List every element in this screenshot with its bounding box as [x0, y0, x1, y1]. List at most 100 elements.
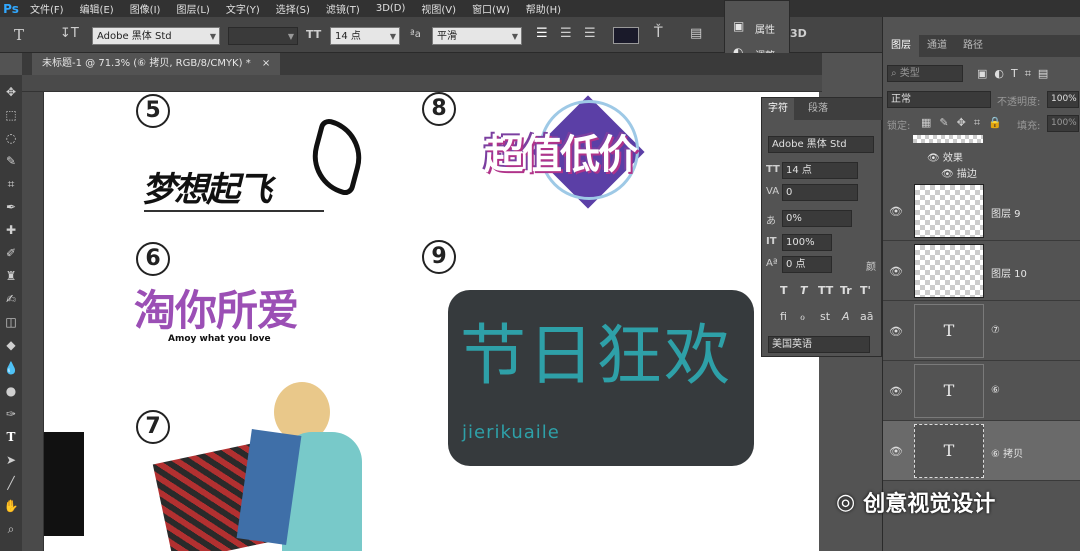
tab-channels[interactable]: 通道: [919, 35, 955, 57]
language-select[interactable]: 美国英语: [768, 336, 870, 353]
antialias-select[interactable]: 平滑 ▼: [432, 27, 522, 45]
layer-row[interactable]: 👁 图层 9: [883, 181, 1080, 241]
swash-button[interactable]: A: [842, 310, 850, 323]
zoom-tool-icon[interactable]: ⌕: [2, 520, 20, 538]
number-eight-label: 8: [422, 92, 456, 126]
vertical-ruler[interactable]: [22, 92, 44, 551]
crop-tool-icon[interactable]: ⌗: [2, 175, 20, 193]
healing-tool-icon[interactable]: ✚: [2, 221, 20, 239]
warp-text-icon[interactable]: Ť: [654, 25, 663, 41]
blur-tool-icon[interactable]: 💧: [2, 359, 20, 377]
align-left-icon[interactable]: ☰: [536, 26, 548, 41]
char-size-field[interactable]: 14 点: [782, 162, 858, 179]
menu-layer[interactable]: 图层(L): [168, 1, 217, 16]
lock-icons[interactable]: ▦✎✥⌗🔒: [921, 116, 1010, 130]
pen-tool-icon[interactable]: ✑: [2, 405, 20, 423]
eraser-tool-icon[interactable]: ◫: [2, 313, 20, 331]
brush-tool-icon[interactable]: ✐: [2, 244, 20, 262]
text-color-swatch[interactable]: [613, 27, 639, 44]
char-panel-toggle-icon[interactable]: ▤: [690, 26, 702, 41]
tab-character[interactable]: 字符: [762, 98, 794, 120]
opacity-field[interactable]: 100%: [1047, 91, 1079, 108]
bucket-tool-icon[interactable]: ◆: [2, 336, 20, 354]
type-tool-icon[interactable]: T: [2, 428, 20, 446]
all-caps-button[interactable]: TT: [818, 284, 833, 297]
blend-mode-select[interactable]: 正常: [887, 91, 991, 108]
properties-label[interactable]: 属性: [755, 21, 775, 36]
move-tool-icon[interactable]: ✥: [2, 83, 20, 101]
tab-layers[interactable]: 图层: [883, 35, 919, 57]
eye-icon[interactable]: 👁: [889, 265, 903, 278]
char-font-select[interactable]: Adobe 黑体 Std: [768, 136, 874, 153]
3d-button[interactable]: 3D: [790, 27, 807, 40]
baseline-shift-field[interactable]: 0 点: [782, 256, 832, 273]
history-brush-tool-icon[interactable]: ✍: [2, 290, 20, 308]
discretionary-lig-button[interactable]: st: [820, 310, 830, 323]
document-canvas[interactable]: 5 8 6 9 7 梦想起飞 淘你所爱 Amoy what you love 超…: [44, 92, 819, 551]
eyedropper-tool-icon[interactable]: ✒: [2, 198, 20, 216]
menu-view[interactable]: 视图(V): [413, 1, 464, 16]
stylistic-alt-button[interactable]: aā: [860, 310, 873, 323]
faux-italic-button[interactable]: T: [800, 284, 808, 297]
ligature-button[interactable]: fi: [780, 310, 787, 323]
layer-filter-icons[interactable]: ▣◐T⌗▤: [977, 67, 1055, 81]
align-right-icon[interactable]: ☰: [584, 26, 596, 41]
close-icon[interactable]: ×: [262, 58, 270, 69]
layer-row[interactable]: 👁 T ⑥: [883, 361, 1080, 421]
eye-icon[interactable]: 👁: [889, 325, 903, 338]
menu-type[interactable]: 文字(Y): [218, 1, 268, 16]
layer-kind-filter[interactable]: ⌕ 类型: [887, 65, 963, 82]
document-tab[interactable]: 未标题-1 @ 71.3% (⑥ 拷贝, RGB/8/CMYK) * ×: [32, 53, 281, 75]
fill-field[interactable]: 100%: [1047, 115, 1079, 132]
lasso-tool-icon[interactable]: ◌: [2, 129, 20, 147]
faux-bold-button[interactable]: T: [780, 284, 788, 297]
eye-icon[interactable]: 👁: [889, 385, 903, 398]
font-family-select[interactable]: Adobe 黑体 Std ▼: [92, 27, 220, 45]
blend-mode-value: 正常: [891, 94, 911, 105]
menu-image[interactable]: 图像(I): [122, 1, 169, 16]
opacity-value: 100%: [1051, 94, 1077, 104]
font-style-select[interactable]: ▼: [228, 27, 298, 45]
type-tool-icon[interactable]: T: [14, 26, 24, 44]
font-size-value: 14 点: [335, 31, 361, 42]
small-caps-button[interactable]: Tr: [840, 284, 852, 297]
orientation-toggle-icon[interactable]: ↧T: [60, 26, 79, 41]
menu-select[interactable]: 选择(S): [268, 1, 318, 16]
menu-help[interactable]: 帮助(H): [518, 1, 569, 16]
effects-row[interactable]: 👁 效果: [927, 149, 963, 164]
path-select-tool-icon[interactable]: ➤: [2, 451, 20, 469]
font-size-select[interactable]: 14 点 ▼: [330, 27, 400, 45]
superscript-button[interactable]: T': [860, 284, 871, 297]
marquee-tool-icon[interactable]: ⬚: [2, 106, 20, 124]
eye-icon[interactable]: 👁: [927, 153, 943, 164]
stroke-effect-row[interactable]: 👁 描边: [941, 165, 977, 180]
menu-edit[interactable]: 编辑(E): [72, 1, 122, 16]
contextual-alt-button[interactable]: ℴ: [800, 310, 805, 323]
layer-row[interactable]: 👁 图层 10: [883, 241, 1080, 301]
line-tool-icon[interactable]: ╱: [2, 474, 20, 492]
eye-icon[interactable]: 👁: [889, 445, 903, 458]
character-panel-tabs: 字符 段落: [762, 98, 882, 120]
menu-window[interactable]: 窗口(W): [464, 1, 518, 16]
align-center-icon[interactable]: ☰: [560, 26, 572, 41]
tsume-field[interactable]: 0%: [782, 210, 852, 227]
vertical-scale-field[interactable]: 100%: [782, 234, 832, 251]
properties-icon[interactable]: ▣: [733, 19, 744, 33]
layer-row[interactable]: 👁 T ⑦: [883, 301, 1080, 361]
horizontal-ruler[interactable]: [22, 75, 822, 92]
stamp-tool-icon[interactable]: ♜: [2, 267, 20, 285]
tab-paths[interactable]: 路径: [955, 35, 991, 57]
menu-file[interactable]: 文件(F): [22, 1, 72, 16]
tracking-field[interactable]: 0: [782, 184, 858, 201]
dodge-tool-icon[interactable]: ●: [2, 382, 20, 400]
eye-icon[interactable]: 👁: [941, 169, 957, 180]
quick-select-tool-icon[interactable]: ✎: [2, 152, 20, 170]
kerning-icon: VA: [766, 186, 780, 197]
char-font-value: Adobe 黑体 Std: [772, 139, 847, 150]
menu-3d[interactable]: 3D(D): [368, 3, 414, 14]
menu-filter[interactable]: 滤镜(T): [318, 1, 368, 16]
eye-icon[interactable]: 👁: [889, 205, 903, 218]
hand-tool-icon[interactable]: ✋: [2, 497, 20, 515]
tab-paragraph[interactable]: 段落: [802, 98, 834, 120]
layer-row-selected[interactable]: 👁 T ⑥ 拷贝: [883, 421, 1080, 481]
